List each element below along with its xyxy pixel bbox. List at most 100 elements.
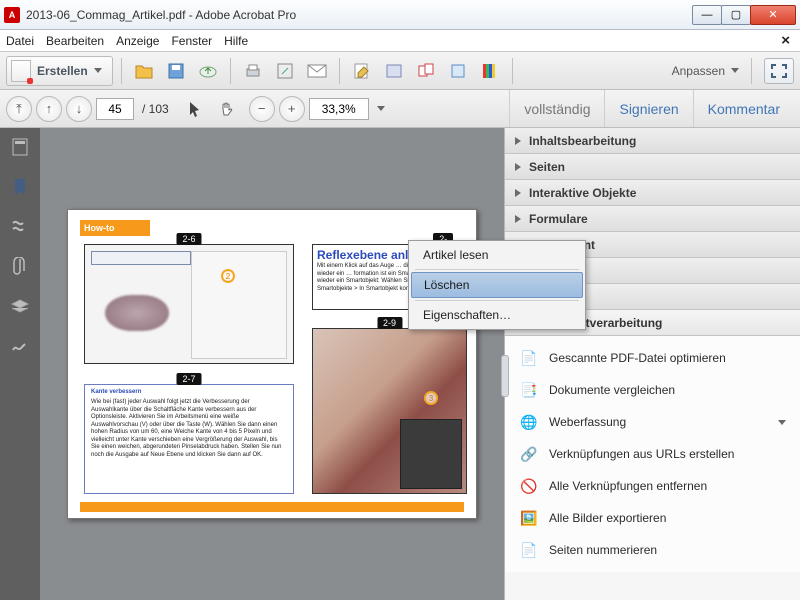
figure-2-7-title: Kante verbessern (91, 389, 141, 397)
tool-optimize-scanned[interactable]: 📄Gescannte PDF-Datei optimieren (505, 342, 800, 374)
navigation-rail (0, 128, 40, 600)
close-document-button[interactable]: × (777, 32, 794, 49)
image-icon: 🖼️ (519, 508, 539, 528)
compare-icon: 📑 (519, 380, 539, 400)
thumbnails-icon[interactable] (9, 136, 31, 158)
menu-datei[interactable]: Datei (6, 34, 34, 48)
tool-compare-docs[interactable]: 📑Dokumente vergleichen (505, 374, 800, 406)
tool-create-links[interactable]: 🔗Verknüpfungen aus URLs erstellen (505, 438, 800, 470)
zoom-input[interactable] (309, 98, 369, 120)
layers-icon[interactable] (9, 296, 31, 318)
app-icon: A (4, 7, 20, 23)
section-formulare[interactable]: Formulare (505, 206, 800, 232)
fullscreen-button[interactable] (764, 58, 794, 84)
navigation-bar: ⤒ ↑ ↓ / 103 − + vollständig Signieren Ko… (0, 90, 800, 128)
main-area: How-to 2-6 2 2-7 Kante verbessern Wie be… (0, 128, 800, 600)
signatures-icon[interactable] (9, 336, 31, 358)
menu-anzeige[interactable]: Anzeige (116, 34, 159, 48)
minimize-button[interactable]: — (692, 5, 722, 25)
link-icon: 🔗 (519, 444, 539, 464)
create-label: Erstellen (37, 64, 88, 78)
hand-tool-button[interactable] (213, 95, 241, 123)
cm-properties[interactable]: Eigenschaften… (411, 303, 583, 327)
separator (415, 300, 579, 301)
articles-icon[interactable] (9, 216, 31, 238)
section-interaktive-objekte[interactable]: Interaktive Objekte (505, 180, 800, 206)
window-titlebar: A 2013-06_Commag_Artikel.pdf - Adobe Acr… (0, 0, 800, 30)
page-total-label: / 103 (142, 102, 169, 116)
figure-2-7-body: Wie bei (fast) jeder Auswahl folgt jetzt… (91, 399, 287, 459)
pdf-icon (11, 60, 31, 82)
zoom-out-button[interactable]: − (249, 96, 275, 122)
tab-sign[interactable]: Signieren (604, 90, 692, 127)
figure-tag: 2-7 (176, 373, 201, 385)
page-footer-band (80, 502, 464, 512)
chevron-right-icon (515, 215, 521, 223)
bookmarks-icon[interactable] (9, 176, 31, 198)
tab-tools[interactable]: vollständig (509, 90, 604, 127)
panel-splitter-handle[interactable] (501, 355, 509, 397)
chevron-right-icon (515, 137, 521, 145)
save-button[interactable] (162, 57, 190, 85)
chevron-down-icon (94, 68, 102, 73)
cloud-button[interactable] (194, 57, 222, 85)
window-controls: — ▢ ✕ (693, 5, 796, 25)
section-inhaltsbearbeitung[interactable]: Inhaltsbearbeitung (505, 128, 800, 154)
open-button[interactable] (130, 57, 158, 85)
figure-tag: 2-9 (377, 317, 402, 329)
menu-fenster[interactable]: Fenster (171, 34, 212, 48)
menu-bearbeiten[interactable]: Bearbeiten (46, 34, 104, 48)
customize-menu[interactable]: Anpassen (672, 64, 739, 78)
chevron-right-icon (515, 189, 521, 197)
tools-panel: Inhaltsbearbeitung Seiten Interaktive Ob… (504, 128, 800, 600)
close-button[interactable]: ✕ (750, 5, 796, 25)
tool-number-pages[interactable]: 📄Seiten nummerieren (505, 534, 800, 566)
context-menu: Artikel lesen Löschen Eigenschaften… (408, 240, 586, 330)
chevron-right-icon (515, 163, 521, 171)
tool-remove-links[interactable]: 🚫Alle Verknüpfungen entfernen (505, 470, 800, 502)
create-button[interactable]: Erstellen (6, 56, 113, 86)
maximize-button[interactable]: ▢ (721, 5, 751, 25)
figure-2-9: 2-9 + 3 (312, 328, 467, 494)
print-button[interactable] (239, 57, 267, 85)
tab-comment[interactable]: Kommentar (693, 90, 794, 127)
task-tabs: vollständig Signieren Kommentar (509, 90, 794, 127)
figure-2-6: 2-6 2 (84, 244, 294, 364)
page-number-input[interactable] (96, 98, 134, 120)
unlink-icon: 🚫 (519, 476, 539, 496)
edit-text-button[interactable] (348, 57, 376, 85)
cm-delete[interactable]: Löschen (411, 272, 583, 298)
customize-label: Anpassen (672, 64, 725, 78)
section-body: 📄Gescannte PDF-Datei optimieren 📑Dokumen… (505, 336, 800, 572)
cm-read-article[interactable]: Artikel lesen (411, 243, 583, 267)
combine-button[interactable] (412, 57, 440, 85)
optimize-icon: 📄 (519, 348, 539, 368)
tool-export-images[interactable]: 🖼️Alle Bilder exportieren (505, 502, 800, 534)
document-view[interactable]: How-to 2-6 2 2-7 Kante verbessern Wie be… (40, 128, 504, 600)
window-title: 2013-06_Commag_Artikel.pdf - Adobe Acrob… (26, 8, 693, 22)
scan-button[interactable] (380, 57, 408, 85)
next-page-button[interactable]: ↓ (66, 96, 92, 122)
share-button[interactable] (271, 57, 299, 85)
email-button[interactable] (303, 57, 331, 85)
first-page-button[interactable]: ⤒ (6, 96, 32, 122)
zoom-in-button[interactable]: + (279, 96, 305, 122)
figure-2-7: 2-7 Kante verbessern Wie bei (fast) jede… (84, 384, 294, 494)
annotation-marker-3: 3 (424, 391, 438, 405)
multimedia-button[interactable] (476, 57, 504, 85)
page-howto-label: How-to (80, 220, 150, 236)
tool-web-capture[interactable]: 🌐Weberfassung (505, 406, 800, 438)
section-seiten[interactable]: Seiten (505, 154, 800, 180)
separator (415, 269, 579, 270)
menu-bar: Datei Bearbeiten Anzeige Fenster Hilfe × (0, 30, 800, 52)
pages-icon: 📄 (519, 540, 539, 560)
chevron-down-icon (731, 68, 739, 73)
forms-button[interactable] (444, 57, 472, 85)
figure-tag: 2-6 (176, 233, 201, 245)
menu-hilfe[interactable]: Hilfe (224, 34, 248, 48)
attachments-icon[interactable] (9, 256, 31, 278)
prev-page-button[interactable]: ↑ (36, 96, 62, 122)
web-icon: 🌐 (519, 412, 539, 432)
chevron-down-icon[interactable] (377, 106, 385, 111)
select-tool-button[interactable] (181, 95, 209, 123)
